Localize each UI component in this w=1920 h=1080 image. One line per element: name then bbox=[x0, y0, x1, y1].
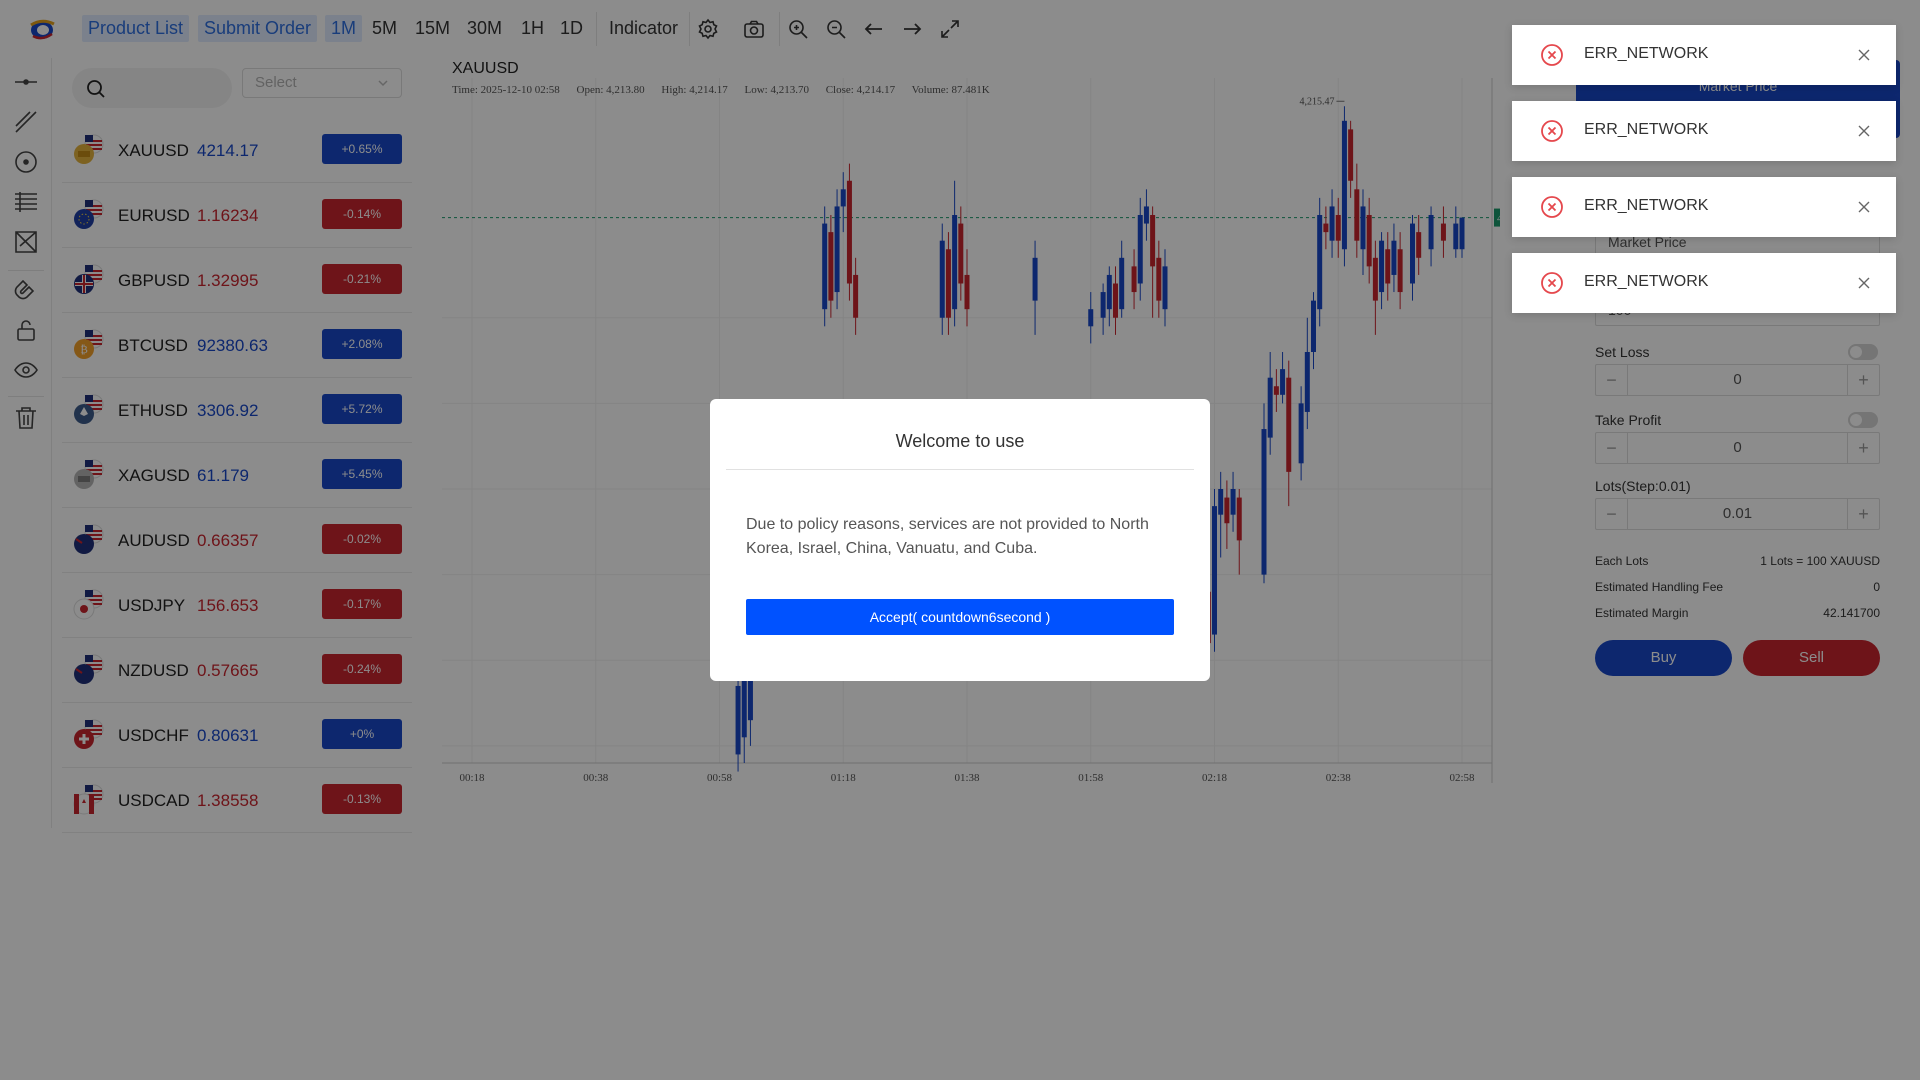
error-circle-icon bbox=[1541, 196, 1563, 218]
modal-divider bbox=[726, 469, 1194, 470]
close-icon[interactable] bbox=[1858, 125, 1870, 137]
trading-app: Product List Submit Order 1M 5M 15M 30M … bbox=[0, 0, 1920, 1080]
error-toast: ERR_NETWORK bbox=[1512, 25, 1896, 85]
toast-message: ERR_NETWORK bbox=[1584, 121, 1709, 138]
toast-message: ERR_NETWORK bbox=[1584, 45, 1709, 62]
close-icon[interactable] bbox=[1858, 277, 1870, 289]
modal-title: Welcome to use bbox=[895, 431, 1025, 451]
toast-message: ERR_NETWORK bbox=[1584, 197, 1709, 214]
error-toast: ERR_NETWORK bbox=[1512, 253, 1896, 313]
close-icon[interactable] bbox=[1858, 49, 1870, 61]
error-toast: ERR_NETWORK bbox=[1512, 177, 1896, 237]
welcome-modal: Welcome to use Due to policy reasons, se… bbox=[710, 399, 1210, 681]
close-icon[interactable] bbox=[1858, 201, 1870, 213]
error-circle-icon bbox=[1541, 272, 1563, 294]
toast-message: ERR_NETWORK bbox=[1584, 273, 1709, 290]
error-toast: ERR_NETWORK bbox=[1512, 101, 1896, 161]
modal-message: Due to policy reasons, services are not … bbox=[746, 516, 1149, 557]
error-circle-icon bbox=[1541, 44, 1563, 66]
error-circle-icon bbox=[1541, 120, 1563, 142]
accept-button[interactable]: Accept( countdown6second ) bbox=[746, 599, 1174, 635]
